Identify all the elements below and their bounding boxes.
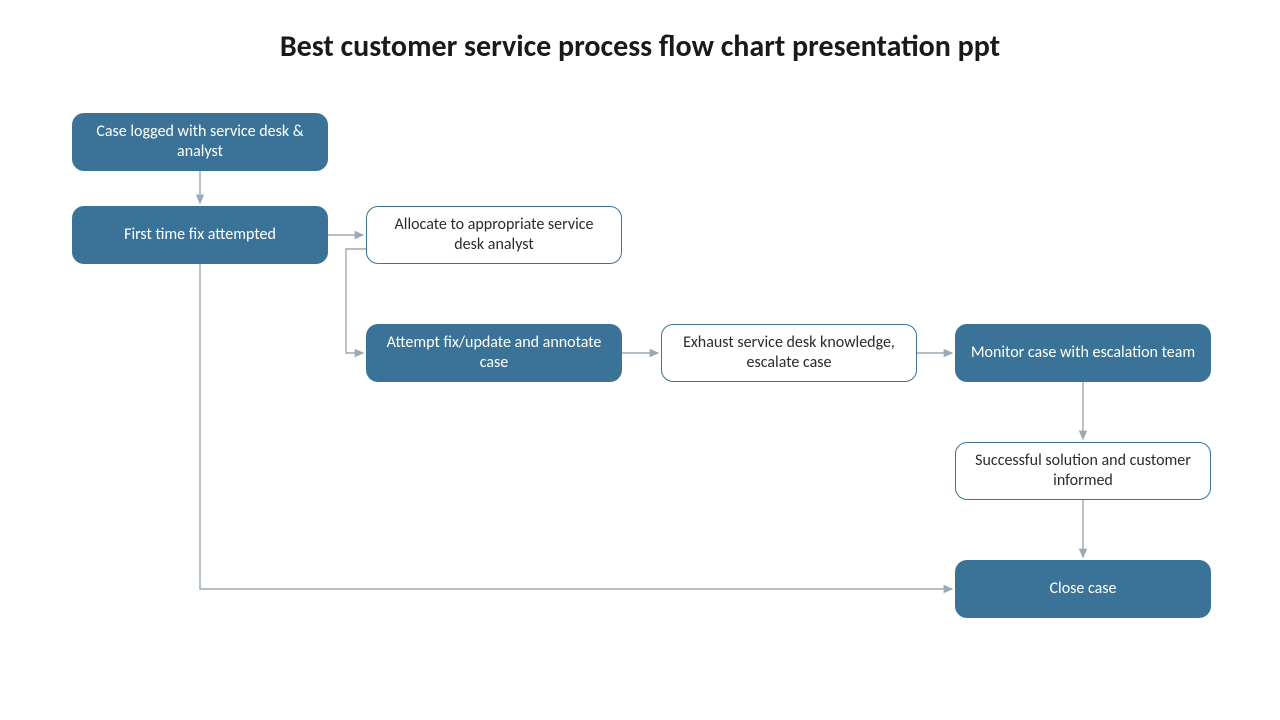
flow-node-close: Close case (955, 560, 1211, 618)
page-title: Best customer service process flow chart… (0, 28, 1280, 65)
flow-node-monitor: Monitor case with escalation team (955, 324, 1211, 382)
flow-node-allocate: Allocate to appropriate service desk ana… (366, 206, 622, 264)
flow-node-successful: Successful solution and customer informe… (955, 442, 1211, 500)
flow-node-case-logged: Case logged with service desk & analyst (72, 113, 328, 171)
flow-node-exhaust: Exhaust service desk knowledge, escalate… (661, 324, 917, 382)
flow-node-attempt-fix: Attempt fix/update and annotate case (366, 324, 622, 382)
flow-node-first-fix: First time fix attempted (72, 206, 328, 264)
